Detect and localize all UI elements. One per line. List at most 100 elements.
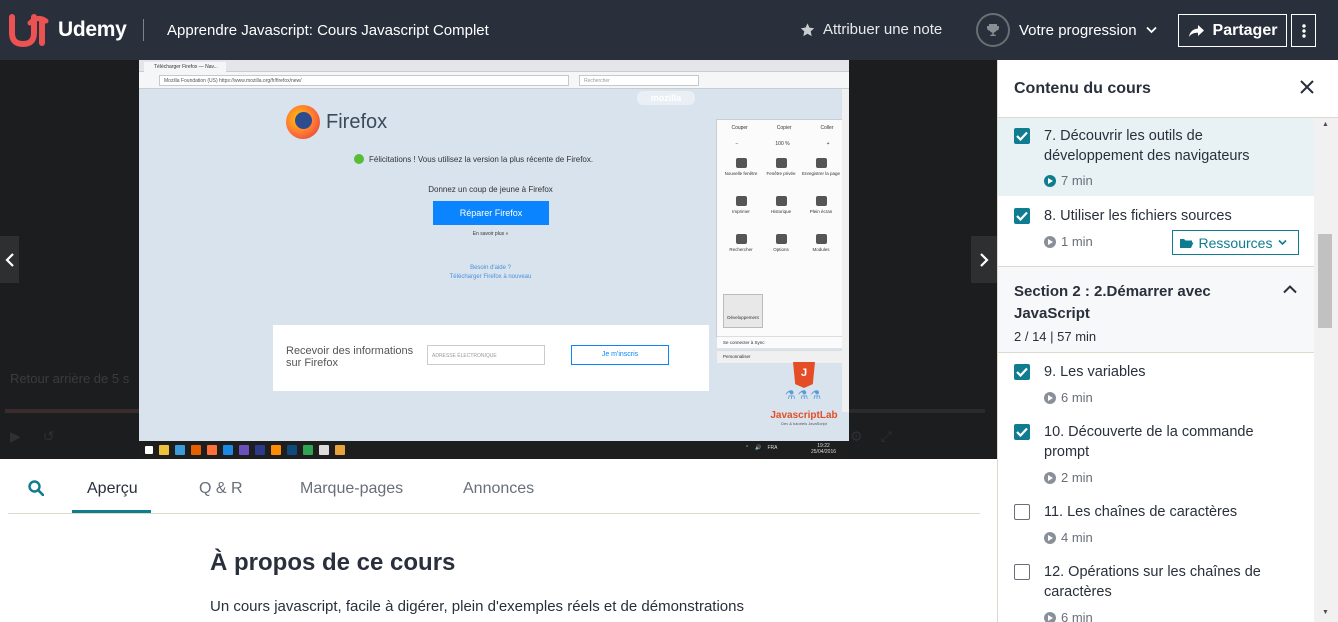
scrollbar-thumb[interactable] [1318,234,1332,328]
logo-text: Udemy [58,18,127,41]
lesson-title: 7. Découvrir les outils de développement… [1044,128,1250,164]
menu-dev-tile: Développement [723,294,763,328]
search-icon[interactable] [28,480,45,501]
newsletter-subscribe: Je m'inscris [571,345,669,365]
javascriptlab-watermark: J ⚗⚗⚗ JavascriptLab Dev & tutoriels Java… [764,362,844,440]
rate-course-button[interactable]: Attribuer une note [799,21,942,38]
windows-taskbar: ⌃ 🔊 FRA 19:22 25/04/2016 [139,441,849,459]
lesson-item[interactable]: 11. Les chaînes de caractères 4 min [998,493,1314,553]
menu-sync: Se connecter à Sync [717,336,848,348]
browser-urlbar: Mozilla Foundation (US) https://www.mozi… [139,72,849,89]
more-options-button[interactable] [1291,14,1316,47]
tab-questions-reponses[interactable]: Q & R [199,480,243,498]
udemy-logo-icon [9,14,49,47]
previous-lesson-button[interactable] [0,236,19,283]
ghost-controls-left: ▶ ↺ [10,428,55,444]
udemy-logo[interactable]: Udemy [8,13,127,47]
newsletter-email: ADRESSE ÉLECTRONIQUE [427,345,545,365]
chevron-down-icon [1278,239,1288,246]
checkmark-icon [1016,131,1028,141]
menu-tile: Plein écran [801,194,841,226]
mozilla-tag: mozilla [637,91,695,105]
browser-tab: Télécharger Firefox — Nav... [144,62,226,72]
menu-tile: Modules [801,232,841,264]
chevron-up-icon [1283,285,1297,294]
vertical-dots-icon [1301,23,1306,38]
resources-dropdown[interactable]: Ressources [1172,230,1299,255]
top-header: Udemy Apprendre Javascript: Cours Javasc… [0,0,1338,60]
share-label: Partager [1212,21,1278,39]
lesson-duration: 1 min [1044,234,1093,249]
play-circle-icon [1044,471,1056,484]
video-player[interactable]: Retour arrière de 5 s ▶ ↺ ⚙ ⤢ Télécharger … [0,60,997,459]
section-header[interactable]: Section 2 : 2.Démarrer avec JavaScript 2… [998,266,1314,353]
share-button[interactable]: Partager [1178,14,1287,47]
lesson-item[interactable]: 7. Découvrir les outils de développement… [998,118,1314,196]
tab-marque-pages[interactable]: Marque-pages [300,480,403,498]
play-circle-icon [1044,391,1056,404]
browser-url: Mozilla Foundation (US) https://www.mozi… [159,75,569,86]
newsletter-text: Recevoir des informations sur Firefox [286,345,414,369]
lesson-duration: 6 min [1044,610,1093,622]
flasks-icon: ⚗⚗⚗ [784,388,824,402]
lesson-checkbox[interactable] [1014,128,1030,144]
menu-edit-row: Couper Copier Coller [731,125,834,131]
firefox-congrats: Félicitations ! Vous utilisez la version… [354,154,593,164]
tab-annonces[interactable]: Annonces [463,480,534,498]
trophy-icon [976,13,1010,47]
lesson-checkbox[interactable] [1014,424,1030,440]
scroll-down-icon[interactable]: ▼ [1322,609,1329,616]
ghost-controls-right: ⚙ ⤢ [850,428,892,444]
course-tabs: Aperçu Q & R Marque-pages Annonces [8,459,980,514]
scroll-up-icon[interactable]: ▲ [1322,121,1329,128]
resources-label: Ressources [1198,234,1273,251]
sidebar-scrollbar[interactable]: ▲ ▼ [1314,118,1338,622]
menu-tile: Historique [761,194,801,226]
checkmark-icon [1016,427,1028,437]
congrats-text: Félicitations ! Vous utilisez la version… [369,154,594,164]
checkmark-icon [1016,367,1028,377]
progress-dropdown[interactable]: Votre progression [976,13,1157,47]
next-lesson-button[interactable] [971,236,997,283]
lesson-checkbox[interactable] [1014,504,1030,520]
section-title: Section 2 : 2.Démarrer avec JavaScript [1014,283,1211,322]
lesson-item[interactable]: 9. Les variables 6 min [998,353,1314,413]
lesson-duration: 2 min [1044,470,1093,485]
menu-tile: Fenêtre privée [761,156,801,188]
course-title[interactable]: Apprendre Javascript: Cours Javascript C… [167,22,489,39]
firefox-menu-panel: Couper Copier Coller −100 % + Nouvelle fenê… [716,119,849,363]
taskbar-icons [145,445,345,455]
browser-scrollbar [842,89,849,412]
lesson-item[interactable]: 10. Découverte de la commande prompt 2 m… [998,413,1314,493]
play-circle-icon [1044,531,1056,544]
firefox-wordmark: Firefox [326,110,388,133]
lesson-duration: 7 min [1044,173,1093,188]
lesson-title: 8. Utiliser les fichiers sources [1044,208,1232,224]
progress-label: Votre progression [1019,21,1137,39]
sidebar-title: Contenu du cours [1014,80,1151,97]
menu-tiles: Nouvelle fenêtre Fenêtre privée Enregist… [721,156,846,264]
taskbar-clock: 19:22 25/04/2016 [811,443,837,455]
firefox-logo: Firefox [286,105,387,139]
check-circle-icon [354,154,364,164]
lesson-checkbox[interactable] [1014,564,1030,580]
play-circle-icon [1044,235,1056,248]
taskbar-tray: ⌃ 🔊 FRA [745,445,778,451]
rate-label: Attribuer une note [823,21,943,38]
lesson-checkbox[interactable] [1014,208,1030,224]
lesson-title: 10. Découverte de la commande prompt [1044,424,1254,460]
header-divider [143,19,144,41]
play-circle-icon [1044,611,1056,622]
menu-tile: Options [761,232,801,264]
about-description: Un cours javascript, facile à digérer, p… [210,598,744,615]
tab-apercu[interactable]: Aperçu [87,480,138,498]
play-circle-icon [1044,174,1056,187]
chevron-left-icon [4,252,14,267]
close-icon[interactable] [1299,79,1315,95]
menu-tile: Nouvelle fenêtre [721,156,761,188]
ghost-seek-hint: Retour arrière de 5 s [10,371,130,386]
menu-zoom-row: −100 % + [735,141,830,147]
lesson-item[interactable]: 12. Opérations sur les chaînes de caract… [998,553,1314,622]
lesson-checkbox[interactable] [1014,364,1030,380]
header-edge [1330,0,1338,60]
